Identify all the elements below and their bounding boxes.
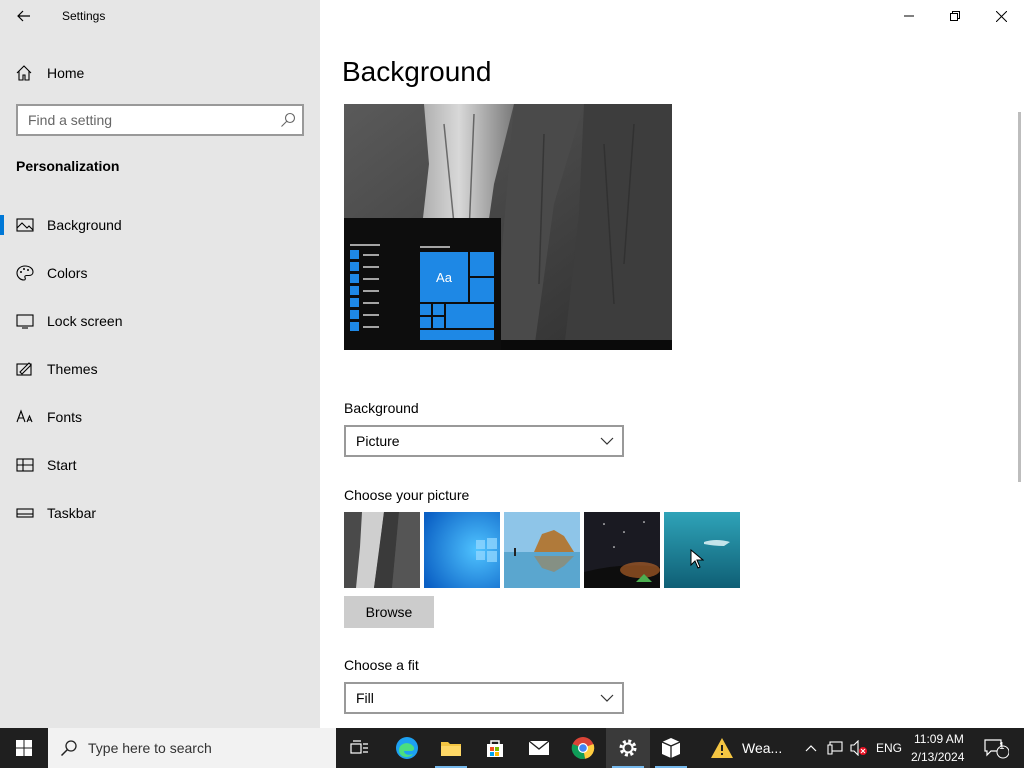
fit-dropdown[interactable]: Fill [344,682,624,714]
sidebar-item-taskbar[interactable]: Taskbar [0,493,320,533]
sidebar-item-background[interactable]: Background [0,205,320,245]
sidebar-item-label: Start [47,457,77,473]
close-button[interactable] [978,0,1024,32]
notification-icon [984,739,1009,759]
windows-logo-icon [16,740,32,756]
taskbar-search-box[interactable]: Type here to search [48,728,336,768]
sidebar-item-label: Home [47,65,85,81]
mail-button[interactable] [517,728,561,768]
weather-label: Wea... [742,740,783,756]
sidebar-item-start[interactable]: Start [0,445,320,485]
sidebar-item-home[interactable]: Home [0,56,320,90]
settings-gear-icon [619,739,637,757]
lock-screen-icon [16,314,34,329]
taskbar-icon [16,508,34,518]
fonts-icon [16,409,33,423]
show-hidden-icons-button[interactable] [800,728,822,768]
chrome-icon [571,737,595,760]
minimize-icon [904,15,914,17]
background-dropdown-value: Picture [356,433,400,449]
picture-thumb-windows-blue[interactable] [424,512,500,588]
search-input[interactable] [18,106,274,134]
picture-thumb-rock-cliff[interactable] [344,512,420,588]
background-label: Background [344,400,419,416]
preview-image: Aa [344,104,672,350]
clock-time[interactable]: 11:09 AM [914,732,964,746]
choose-picture-label: Choose your picture [344,487,470,503]
taskbar-search-placeholder: Type here to search [88,740,212,756]
scrollbar[interactable] [1018,112,1021,482]
network-icon [827,741,843,755]
sidebar-item-colors[interactable]: Colors [0,253,320,293]
taskbar: Type here to search Wea... ENG 11:09 AM … [0,728,1024,768]
chevron-up-icon [805,745,817,752]
weather-alert-icon [711,738,733,758]
restore-button[interactable] [932,0,978,32]
sidebar-item-label: Themes [47,361,98,377]
home-icon [16,65,32,81]
chrome-button[interactable] [561,728,605,768]
task-view-icon [350,740,368,754]
restore-icon [950,11,960,21]
settings-button[interactable] [606,728,650,768]
mail-icon [528,740,550,755]
palette-icon [16,265,34,281]
preview-tile-label: Aa [436,270,453,285]
file-explorer-button[interactable] [429,728,473,768]
browse-button[interactable]: Browse [344,596,434,628]
themes-icon [16,362,32,376]
background-preview: Aa [344,104,672,350]
fit-dropdown-value: Fill [356,690,374,706]
edge-icon [396,737,418,759]
store-button[interactable] [473,728,517,768]
sidebar-item-themes[interactable]: Themes [0,349,320,389]
store-icon [487,740,503,757]
picture-thumb-night-sky[interactable] [584,512,660,588]
app-title: Settings [62,9,106,23]
package-button[interactable] [649,728,693,768]
sidebar-item-fonts[interactable]: Fonts [0,397,320,437]
background-dropdown[interactable]: Picture [344,425,624,457]
choose-fit-label: Choose a fit [344,657,419,673]
language-indicator[interactable]: ENG [876,741,902,755]
sidebar-item-lock-screen[interactable]: Lock screen [0,301,320,341]
volume-muted-icon [850,740,867,756]
volume-button[interactable] [848,728,870,768]
back-arrow-icon [17,10,30,22]
page-title: Background [342,56,492,87]
edge-button[interactable] [385,728,429,768]
section-title: Personalization [16,158,120,174]
search-icon [60,740,77,757]
sidebar-item-label: Lock screen [47,313,123,329]
package-icon [661,738,681,758]
chevron-down-icon [600,437,614,445]
mouse-cursor-icon [690,549,704,569]
chevron-down-icon [600,694,614,702]
clock-date[interactable]: 2/13/2024 [911,750,964,764]
file-explorer-icon [441,742,461,756]
notification-center-button[interactable]: 1 [976,728,1016,768]
minimize-button[interactable] [886,0,932,32]
network-button[interactable] [824,728,846,768]
find-setting-search[interactable] [16,104,304,136]
notification-count: 1 [999,741,1005,752]
task-view-button[interactable] [338,728,382,768]
sidebar: Settings Home Personalization Background… [0,0,320,728]
back-button[interactable] [8,2,40,30]
sidebar-item-label: Background [47,217,122,233]
search-icon [281,112,296,127]
weather-button[interactable]: Wea... [704,728,784,768]
start-button[interactable] [0,728,48,768]
sidebar-item-label: Taskbar [47,505,97,521]
sidebar-item-label: Colors [47,265,88,281]
picture-thumb-beach-rocks[interactable] [504,512,580,588]
close-icon [995,10,1007,22]
sidebar-item-label: Fonts [47,409,83,425]
start-icon [16,458,34,472]
picture-icon [16,218,34,232]
